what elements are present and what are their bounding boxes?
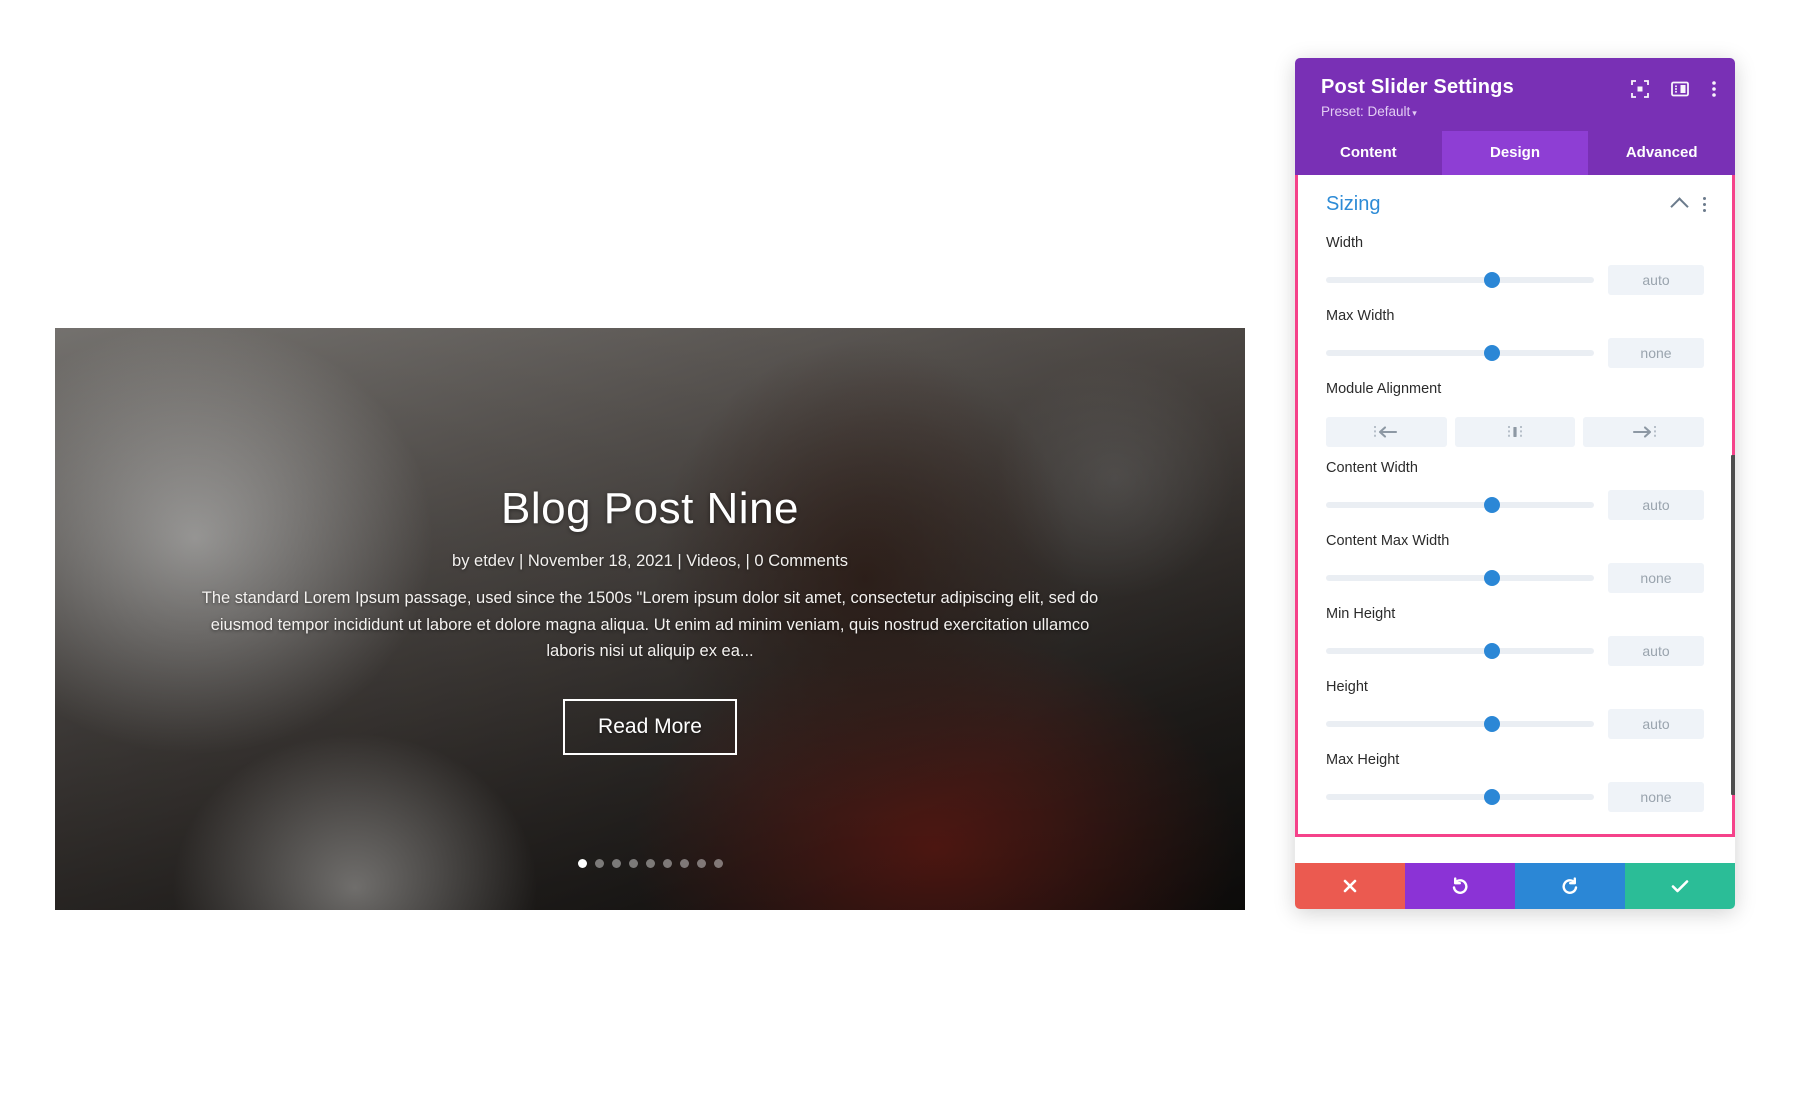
- redo-icon: [1562, 877, 1578, 894]
- slider-knob[interactable]: [1484, 789, 1501, 805]
- undo-icon: [1452, 877, 1468, 894]
- tab-content[interactable]: Content: [1295, 131, 1442, 175]
- chevron-up-icon[interactable]: [1670, 197, 1689, 216]
- kebab-menu-icon[interactable]: [1703, 197, 1706, 212]
- field-row: [1326, 563, 1704, 593]
- sizing-section-header: Sizing: [1298, 175, 1732, 226]
- align-right-icon[interactable]: [1583, 417, 1705, 447]
- panel-tabs: Content Design Advanced: [1295, 131, 1735, 175]
- panel-header: Post Slider Settings Preset: Default ▾: [1295, 58, 1735, 131]
- field-label: Max Height: [1326, 752, 1400, 768]
- slider-dot-6[interactable]: [662, 859, 672, 868]
- module-alignment-label: Module Alignment: [1326, 381, 1442, 397]
- value-input[interactable]: [1608, 338, 1704, 368]
- slide-content: Blog Post Nine by etdev | November 18, 2…: [55, 328, 1245, 910]
- field-label: Height: [1326, 679, 1368, 695]
- field-label: Content Max Width: [1326, 533, 1450, 549]
- slider-knob[interactable]: [1484, 716, 1501, 732]
- sizing-fields-top: Width Max Width: [1298, 226, 1732, 372]
- preset-selector[interactable]: Preset: Default ▾: [1321, 104, 1713, 119]
- range-slider[interactable]: [1326, 789, 1594, 805]
- post-slider-settings-panel: Post Slider Settings Preset: Default ▾ C…: [1295, 58, 1735, 909]
- panel-header-icons: [1631, 80, 1717, 98]
- range-slider[interactable]: [1326, 497, 1594, 513]
- kebab-menu-icon[interactable]: [1711, 80, 1717, 98]
- panel-body-border: Sizing Width Max Width Module Alignment: [1295, 175, 1735, 837]
- value-input[interactable]: [1608, 265, 1704, 295]
- field-row: [1326, 265, 1704, 295]
- value-input[interactable]: [1608, 490, 1704, 520]
- slider-knob[interactable]: [1484, 345, 1501, 361]
- slide-meta: by etdev | November 18, 2021 | Videos, |…: [452, 551, 848, 570]
- read-more-button[interactable]: Read More: [563, 698, 737, 755]
- slider-dot-5[interactable]: [645, 859, 655, 868]
- undo-button[interactable]: [1405, 863, 1515, 909]
- preset-label: Preset: Default: [1321, 104, 1411, 119]
- field-label: Content Width: [1326, 460, 1418, 476]
- field-label: Min Height: [1326, 606, 1396, 622]
- field-label: Width: [1326, 235, 1364, 251]
- slider-knob[interactable]: [1484, 643, 1501, 659]
- value-input[interactable]: [1608, 709, 1704, 739]
- section-title: Sizing: [1326, 193, 1381, 215]
- field-row: [1326, 782, 1704, 812]
- slider-dot-9[interactable]: [713, 859, 723, 868]
- field-content-width: Content Width: [1298, 451, 1732, 524]
- page-root: Blog Post Nine by etdev | November 18, 2…: [0, 0, 1800, 1101]
- slider-dot-7[interactable]: [679, 859, 689, 868]
- align-left-icon[interactable]: [1326, 417, 1447, 447]
- range-slider[interactable]: [1326, 716, 1594, 732]
- close-icon: [1343, 879, 1357, 893]
- panel-scrollbar[interactable]: [1731, 265, 1735, 850]
- field-max-width: Max Width: [1298, 299, 1732, 372]
- slider-knob[interactable]: [1484, 497, 1501, 513]
- scrollbar-thumb[interactable]: [1731, 455, 1735, 795]
- slider-dot-4[interactable]: [628, 859, 638, 868]
- module-alignment-field: Module Alignment: [1298, 372, 1732, 415]
- slider-dot-3[interactable]: [611, 859, 621, 868]
- check-icon: [1671, 880, 1689, 893]
- slide-excerpt: The standard Lorem Ipsum passage, used s…: [201, 588, 1099, 661]
- range-slider[interactable]: [1326, 272, 1594, 288]
- align-center-icon[interactable]: [1454, 417, 1576, 447]
- save-button[interactable]: [1625, 863, 1735, 909]
- module-alignment-options: [1298, 415, 1732, 451]
- range-slider[interactable]: [1326, 570, 1594, 586]
- slide-title: Blog Post Nine: [500, 484, 800, 534]
- tab-advanced[interactable]: Advanced: [1588, 131, 1735, 175]
- tab-design[interactable]: Design: [1441, 131, 1589, 175]
- slider-knob[interactable]: [1484, 570, 1501, 586]
- footer-spacer: [1295, 837, 1735, 863]
- redo-button[interactable]: [1515, 863, 1625, 909]
- slider-knob[interactable]: [1484, 272, 1501, 288]
- sizing-fields-bottom: Content Width Content Max Width Min Height…: [1298, 451, 1732, 816]
- chevron-down-icon: ▾: [1412, 108, 1417, 118]
- field-max-height: Max Height: [1298, 743, 1732, 816]
- panel-footer: [1295, 863, 1735, 909]
- field-label: Max Width: [1326, 308, 1395, 324]
- post-slider: Blog Post Nine by etdev | November 18, 2…: [55, 328, 1245, 910]
- value-input[interactable]: [1608, 636, 1704, 666]
- field-height: Height: [1298, 670, 1732, 743]
- cancel-button[interactable]: [1295, 863, 1405, 909]
- field-content-max-width: Content Max Width: [1298, 524, 1732, 597]
- field-min-height: Min Height: [1298, 597, 1732, 670]
- field-row: [1326, 709, 1704, 739]
- slider-pagination-dots: [55, 859, 1245, 868]
- slider-dot-1[interactable]: [577, 859, 587, 868]
- panel-body: Sizing Width Max Width Module Alignment: [1298, 175, 1732, 834]
- slider-dot-2[interactable]: [594, 859, 604, 868]
- field-row: [1326, 490, 1704, 520]
- field-row: [1326, 636, 1704, 666]
- field-row: [1326, 338, 1704, 368]
- value-input[interactable]: [1608, 563, 1704, 593]
- focus-target-icon[interactable]: [1631, 80, 1649, 98]
- range-slider[interactable]: [1326, 643, 1594, 659]
- range-slider[interactable]: [1326, 345, 1594, 361]
- field-width: Width: [1298, 226, 1732, 299]
- value-input[interactable]: [1608, 782, 1704, 812]
- layout-panel-icon[interactable]: [1671, 80, 1689, 98]
- slider-dot-8[interactable]: [696, 859, 706, 868]
